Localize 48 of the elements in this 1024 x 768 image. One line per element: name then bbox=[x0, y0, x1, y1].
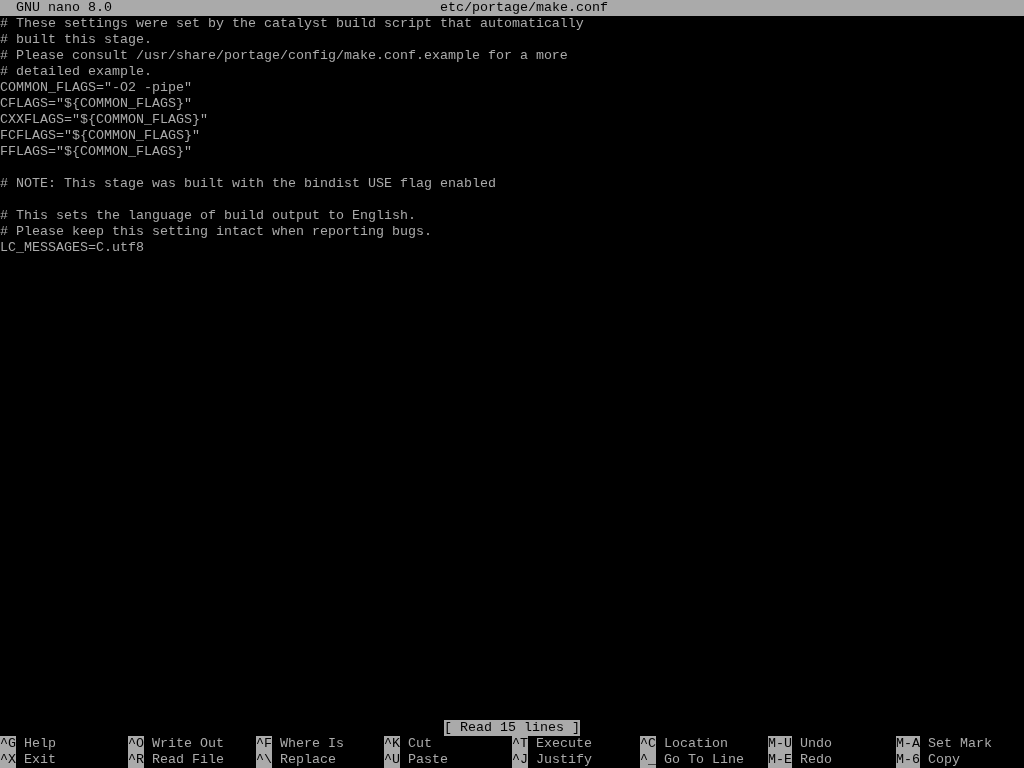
file-name: etc/portage/make.conf bbox=[440, 0, 608, 16]
shortcut-label: Copy bbox=[928, 752, 960, 768]
shortcut-label: Write Out bbox=[152, 736, 224, 752]
shortcut-key: M-E bbox=[768, 752, 792, 768]
code-line: FFLAGS="${COMMON_FLAGS}" bbox=[0, 144, 192, 160]
code-line: # This sets the language of build output to English. bbox=[0, 208, 416, 224]
code-line: CFLAGS="${COMMON_FLAGS}" bbox=[0, 96, 192, 112]
shortcut-label: Paste bbox=[408, 752, 448, 768]
shortcut-key: ^U bbox=[384, 752, 400, 768]
shortcut-label: Set Mark bbox=[928, 736, 992, 752]
shortcut-key: ^X bbox=[0, 752, 16, 768]
shortcut-key: ^C bbox=[640, 736, 656, 752]
app-version: GNU nano 8.0 bbox=[15, 0, 113, 16]
shortcut-key: M-A bbox=[896, 736, 920, 752]
code-line: # built this stage. bbox=[0, 32, 152, 48]
shortcut-label: Justify bbox=[536, 752, 592, 768]
shortcut-label: Read File bbox=[152, 752, 224, 768]
shortcut-key: ^F bbox=[256, 736, 272, 752]
shortcut-key: ^T bbox=[512, 736, 528, 752]
code-line: LC_MESSAGES=C.utf8 bbox=[0, 240, 144, 256]
shortcut-label: Execute bbox=[536, 736, 592, 752]
shortcut-key: ^\ bbox=[256, 752, 272, 768]
shortcut-key: ^R bbox=[128, 752, 144, 768]
shortcut-key: ^O bbox=[128, 736, 144, 752]
code-line: # Please keep this setting intact when reporting bugs. bbox=[0, 224, 432, 240]
shortcut-key: ^K bbox=[384, 736, 400, 752]
shortcut-label: Where Is bbox=[280, 736, 344, 752]
shortcut-key: M-6 bbox=[896, 752, 920, 768]
shortcut-label: Redo bbox=[800, 752, 832, 768]
shortcut-key: ^J bbox=[512, 752, 528, 768]
code-line: FCFLAGS="${COMMON_FLAGS}" bbox=[0, 128, 200, 144]
code-line: # NOTE: This stage was built with the bindist USE flag enabled bbox=[0, 176, 496, 192]
shortcut-label: Go To Line bbox=[664, 752, 744, 768]
shortcut-label: Undo bbox=[800, 736, 832, 752]
shortcut-label: Replace bbox=[280, 752, 336, 768]
shortcut-key: M-U bbox=[768, 736, 792, 752]
code-line: COMMON_FLAGS="-O2 -pipe" bbox=[0, 80, 192, 96]
code-line: # Please consult /usr/share/portage/config/make.conf.example for a more bbox=[0, 48, 568, 64]
code-line: # detailed example. bbox=[0, 64, 152, 80]
shortcut-label: Exit bbox=[24, 752, 56, 768]
shortcut-key: ^G bbox=[0, 736, 16, 752]
shortcut-key: ^_ bbox=[640, 752, 656, 768]
code-line: CXXFLAGS="${COMMON_FLAGS}" bbox=[0, 112, 208, 128]
shortcut-label: Cut bbox=[408, 736, 432, 752]
code-line: # These settings were set by the catalyst build script that automatically bbox=[0, 16, 584, 32]
shortcut-label: Location bbox=[664, 736, 728, 752]
shortcut-label: Help bbox=[24, 736, 56, 752]
status-message: [ Read 15 lines ] bbox=[444, 720, 580, 736]
